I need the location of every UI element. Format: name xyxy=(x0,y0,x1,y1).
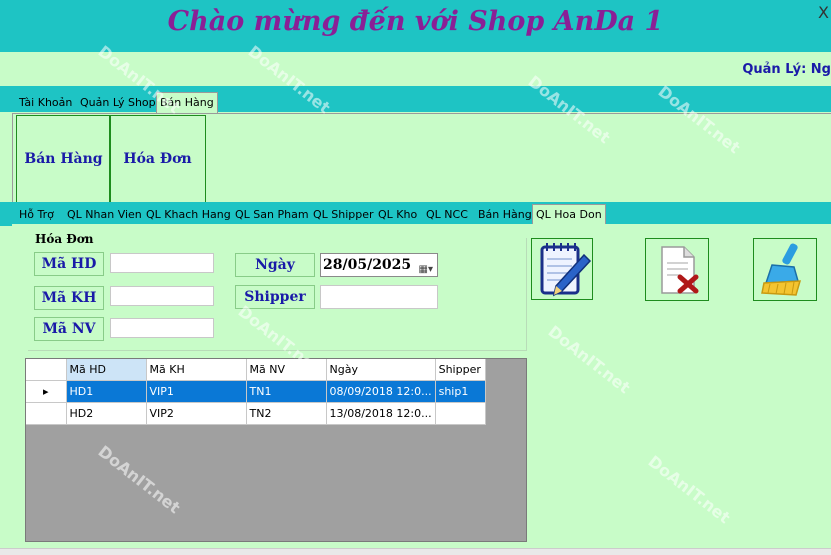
ma-hd-input[interactable] xyxy=(110,253,214,273)
table-header-row: Mã HD Mã KH Mã NV Ngày Shipper xyxy=(26,359,486,381)
tab-ban-hang-top[interactable]: Bán Hàng xyxy=(156,92,218,113)
ma-nv-label: Mã NV xyxy=(34,317,104,341)
ban-hang-button[interactable]: Bán Hàng xyxy=(16,115,111,203)
tab-ql-khach-hang[interactable]: QL Khach Hang xyxy=(143,208,234,221)
edit-invoice-button[interactable] xyxy=(531,238,593,300)
ma-kh-input[interactable] xyxy=(110,286,214,306)
invoice-table: Mã HD Mã KH Mã NV Ngày Shipper ▸ HD1 VIP… xyxy=(26,359,486,425)
table-row[interactable]: ▸ HD1 VIP1 TN1 08/09/2018 12:0... ship1 xyxy=(26,380,486,403)
cell-ma-nv[interactable]: TN2 xyxy=(246,402,327,425)
cell-ma-hd[interactable]: HD1 xyxy=(66,380,147,403)
tab-ql-hoa-don[interactable]: QL Hoa Don xyxy=(532,204,606,225)
ma-kh-label: Mã KH xyxy=(34,286,104,310)
tab-tai-khoan[interactable]: Tài Khoản xyxy=(16,96,75,109)
row-header-corner xyxy=(26,359,67,381)
tab-ho-tro[interactable]: Hỗ Trợ xyxy=(16,208,57,221)
delete-invoice-button[interactable] xyxy=(645,238,709,301)
tab-ql-ncc[interactable]: QL NCC xyxy=(423,208,471,221)
cell-shipper[interactable]: ship1 xyxy=(435,380,486,403)
invoice-grid[interactable]: Mã HD Mã KH Mã NV Ngày Shipper ▸ HD1 VIP… xyxy=(25,358,527,542)
row-header xyxy=(26,402,67,425)
column-header-shipper[interactable]: Shipper xyxy=(435,359,486,381)
row-indicator-icon: ▸ xyxy=(26,380,67,403)
ngay-value: 28/05/2025 xyxy=(323,257,412,273)
document-delete-icon xyxy=(661,246,699,294)
column-header-ma-nv[interactable]: Mã NV xyxy=(246,359,327,381)
column-header-ma-kh[interactable]: Mã KH xyxy=(146,359,247,381)
shipper-input[interactable] xyxy=(320,285,438,309)
notepad-pen-icon xyxy=(540,243,592,297)
cell-ma-kh[interactable]: VIP1 xyxy=(146,380,247,403)
calendar-icon[interactable]: ▦▾ xyxy=(419,259,433,281)
app-title: Chào mừng đến với Shop AnDa 1 xyxy=(167,6,664,37)
ngay-date-picker[interactable]: 28/05/2025 ▦▾ xyxy=(320,253,438,277)
tab-ql-shipper[interactable]: QL Shipper xyxy=(310,208,377,221)
hoa-don-button[interactable]: Hóa Đơn xyxy=(109,115,206,203)
tab-ql-nhan-vien[interactable]: QL Nhan Vien xyxy=(64,208,145,221)
column-header-ma-hd[interactable]: Mã HD xyxy=(66,359,147,381)
title-bar: Chào mừng đến với Shop AnDa 1 X xyxy=(0,0,831,52)
ngay-label: Ngày xyxy=(235,253,315,277)
broom-icon xyxy=(761,243,802,296)
shipper-label: Shipper xyxy=(235,285,315,309)
status-strip xyxy=(0,548,831,555)
close-icon[interactable]: X xyxy=(818,3,829,22)
table-row[interactable]: HD2 VIP2 TN2 13/08/2018 12:0... xyxy=(26,402,486,425)
cell-ma-hd[interactable]: HD2 xyxy=(66,402,147,425)
ma-hd-label: Mã HD xyxy=(34,252,104,276)
clear-form-button[interactable] xyxy=(753,238,817,301)
tab-ql-kho[interactable]: QL Kho xyxy=(375,208,420,221)
tab-ql-san-pham[interactable]: QL San Pham xyxy=(232,208,312,221)
cell-shipper[interactable] xyxy=(435,402,486,425)
column-header-ngay[interactable]: Ngày xyxy=(326,359,436,381)
cell-ma-nv[interactable]: TN1 xyxy=(246,380,327,403)
cell-ngay[interactable]: 08/09/2018 12:0... xyxy=(326,380,436,403)
manager-label: Quản Lý: Ng xyxy=(742,62,831,77)
cell-ma-kh[interactable]: VIP2 xyxy=(146,402,247,425)
tab-ban-hang-sub[interactable]: Bán Hàng xyxy=(475,208,535,221)
ma-nv-input[interactable] xyxy=(110,318,214,338)
tab-quan-ly-shop[interactable]: Quản Lý Shop xyxy=(77,96,159,109)
invoice-group-title: Hóa Đơn xyxy=(35,232,94,246)
cell-ngay[interactable]: 13/08/2018 12:0... xyxy=(326,402,436,425)
